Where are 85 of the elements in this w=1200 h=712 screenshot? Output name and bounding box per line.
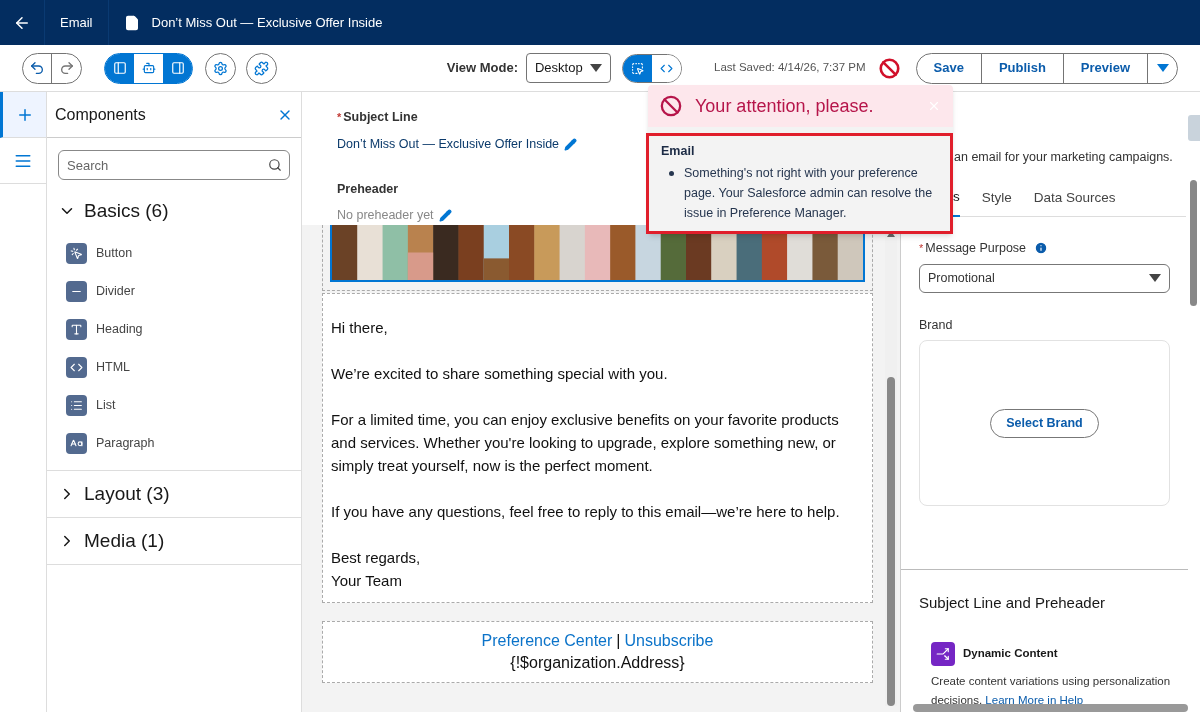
action-button[interactable]: Save xyxy=(916,53,982,83)
edit-subject-button[interactable] xyxy=(564,137,578,151)
pencil-icon xyxy=(564,137,578,151)
group-header[interactable]: Layout (3) xyxy=(47,471,181,517)
list-icon xyxy=(66,394,87,416)
caret-icon xyxy=(1149,274,1161,282)
address-merge-field: {!$organization.Address} xyxy=(510,652,685,674)
help-link[interactable]: Learn More in Help xyxy=(985,693,1084,706)
code-icon xyxy=(66,356,87,378)
edit-preheader-button[interactable] xyxy=(438,209,452,223)
panel-toggle[interactable] xyxy=(105,53,134,83)
info-icon xyxy=(1034,241,1049,256)
vertical-scrollbar[interactable] xyxy=(1190,180,1197,306)
document-title: Don’t Miss Out — Exclusive Offer Inside xyxy=(151,13,383,32)
last-saved-text: Last Saved: 4/14/26, 7:37 PM xyxy=(714,60,866,76)
undo-icon xyxy=(29,60,45,76)
caret-icon xyxy=(590,64,602,72)
component-item[interactable]: Heading xyxy=(47,310,301,348)
puzzle-icon xyxy=(254,60,269,76)
right-panel-icon xyxy=(170,61,185,75)
action-button[interactable]: Publish xyxy=(981,53,1064,83)
component-item[interactable]: Divider xyxy=(47,272,301,310)
email-paragraph: Best regards, Your Team xyxy=(331,548,422,591)
robot-icon xyxy=(141,61,156,75)
group-header[interactable]: Basics (6) xyxy=(47,188,180,234)
properties-description: an email for your marketing campaigns. xyxy=(954,149,1173,166)
component-item[interactable]: HTML xyxy=(47,348,301,386)
pencil-icon xyxy=(438,209,452,223)
caret-down-icon xyxy=(1156,64,1169,72)
settings-icon xyxy=(213,60,228,76)
horizontal-scrollbar[interactable] xyxy=(913,704,1188,712)
group-header[interactable]: Media (1) xyxy=(47,518,176,564)
required-mark: * xyxy=(919,240,924,256)
type-icon xyxy=(66,318,87,340)
alert-section-title: Email xyxy=(661,143,696,160)
view-toggle[interactable] xyxy=(623,54,652,82)
alert-message: Something's not right with your preference page. Your Salesforce admin can resolve the issue in Preference Manager. xyxy=(661,162,938,223)
text-block[interactable] xyxy=(322,293,873,603)
subject-line-value: Don’t Miss Out — Exclusive Offer Inside xyxy=(337,135,560,153)
view-mode-select[interactable]: Desktop xyxy=(526,53,611,83)
document-icon xyxy=(123,14,140,31)
message-purpose-label: Message Purpose xyxy=(925,239,1027,257)
minus-icon xyxy=(66,280,87,302)
ban-icon xyxy=(660,95,682,117)
brand-label: Brand xyxy=(919,316,954,334)
selection-cursor-icon xyxy=(631,61,644,75)
panel-title: Components xyxy=(55,104,146,125)
subject-line-label: Subject Line xyxy=(343,109,418,126)
footer-link[interactable]: Preference Center xyxy=(481,630,613,652)
component-item[interactable]: Paragraph xyxy=(47,424,301,462)
footer-link[interactable]: Unsubscribe xyxy=(624,630,714,652)
action-button[interactable]: Preview xyxy=(1063,53,1148,83)
image-block[interactable] xyxy=(322,225,873,291)
error-button[interactable] xyxy=(877,56,902,80)
section-title: Subject Line and Preheader xyxy=(919,593,1106,614)
breadcrumb[interactable]: Email xyxy=(45,0,109,45)
close-icon xyxy=(927,99,941,113)
footer-block[interactable]: Preference Center | Unsubscribe {!$organization.Address} xyxy=(322,621,873,683)
search-icon xyxy=(268,158,282,172)
dynamic-content-icon xyxy=(931,641,955,666)
bullet-icon xyxy=(669,170,674,176)
redo-icon xyxy=(58,60,75,76)
panel-toggle[interactable] xyxy=(163,53,192,83)
component-item[interactable]: List xyxy=(47,386,301,424)
email-paragraph: If you have any questions, feel free to reply to this email—we’re here to help. xyxy=(331,502,841,522)
link-separator: | xyxy=(616,631,621,651)
properties-tab[interactable]: Style xyxy=(981,187,1012,216)
text-case-icon xyxy=(66,432,87,454)
feature-title: Dynamic Content xyxy=(963,646,1058,662)
properties-tab[interactable]: Data Sources xyxy=(1033,187,1116,216)
component-item[interactable]: Button xyxy=(47,234,301,272)
view-mode-label: View Mode: xyxy=(446,59,518,78)
required-mark: * xyxy=(337,110,342,125)
alert-title: Your attention, please. xyxy=(695,94,874,118)
preheader-label: Preheader xyxy=(337,180,399,198)
rail-tab[interactable] xyxy=(0,92,46,138)
ban-icon xyxy=(879,57,900,79)
email-paragraph: Hi there, xyxy=(331,318,389,338)
email-paragraph: For a limited time, you can enjoy exclusive benefits on your favorite products and services. Whether you're looking to upgrade, explore something new, or simply treat yourself, now is the perfect moment. xyxy=(331,410,840,476)
search-field[interactable]: Search xyxy=(58,150,290,180)
email-paragraph: We’re excited to share something special with you. xyxy=(331,364,669,384)
left-panel-icon xyxy=(112,61,127,75)
message-purpose-select[interactable]: Promotional xyxy=(919,263,1170,293)
preheader-value: No preheader yet xyxy=(337,207,434,225)
cursor-click-icon xyxy=(66,242,87,264)
